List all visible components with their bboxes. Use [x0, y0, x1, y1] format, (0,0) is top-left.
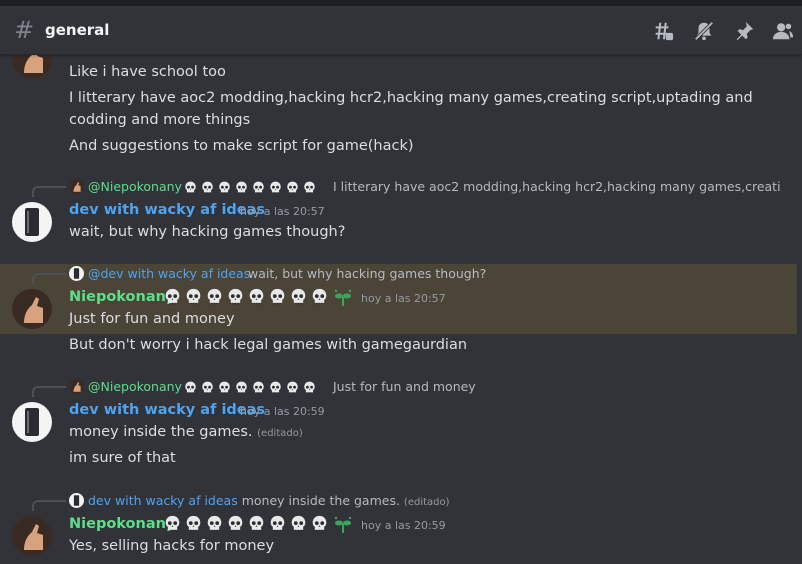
- skull-icon: [228, 515, 243, 532]
- skull-icon: [249, 288, 264, 305]
- reply-spine: [32, 500, 66, 511]
- channel-hash-icon: #: [14, 16, 35, 44]
- message-text: im sure of that: [69, 450, 176, 466]
- skull-icon: [219, 381, 230, 394]
- message-text-body: money inside the games.: [69, 424, 253, 440]
- message-author[interactable]: Niepokonany: [69, 289, 175, 305]
- skull-icon: [270, 181, 281, 194]
- message-text: wait, but why hacking games though?: [69, 224, 346, 240]
- skull-icon: [236, 181, 247, 194]
- message-text: But don't worry i hack legal games with …: [69, 337, 468, 353]
- message-author[interactable]: dev with wacky af ideas: [69, 202, 265, 218]
- message-text: Yes, selling hacks for money: [69, 538, 275, 554]
- reply-spine: [32, 386, 66, 397]
- skull-icon: [270, 515, 285, 532]
- message-text: And suggestions to make script for game(…: [69, 138, 414, 154]
- message-text: Just for fun and money: [69, 311, 235, 327]
- message-text: I litterary have aoc2 modding,hacking hc…: [69, 90, 753, 128]
- channel-name: general: [45, 21, 110, 39]
- message-text: Like i have school too: [69, 64, 226, 80]
- skull-icon: [165, 515, 180, 532]
- skull-icon: [249, 515, 264, 532]
- reply-preview[interactable]: @Niepokonany: [69, 379, 182, 394]
- skull-icon: [253, 381, 264, 394]
- skull-icon: [186, 288, 201, 305]
- skull-icon: [291, 288, 306, 305]
- message-timestamp[interactable]: hoy a las 20:59: [361, 519, 446, 532]
- avatar-dev[interactable]: [12, 202, 52, 242]
- author-skull-emojis: [164, 515, 332, 532]
- edited-marker: (editado): [403, 497, 450, 508]
- skull-icon: [312, 515, 327, 532]
- avatar-niepokonany[interactable]: [12, 516, 52, 556]
- member-list-icon[interactable]: [772, 20, 794, 42]
- skull-icon: [185, 181, 196, 194]
- reply-text: wait, but why hacking games though?: [248, 266, 487, 281]
- reply-spine: [32, 186, 66, 197]
- skull-icon: [236, 381, 247, 394]
- reply-preview[interactable]: dev with wacky af ideas money inside the…: [69, 493, 450, 508]
- reply-author[interactable]: dev with wacky af ideas: [88, 493, 238, 508]
- threads-icon[interactable]: [652, 20, 674, 42]
- reply-author[interactable]: @Niepokonany: [88, 179, 182, 194]
- skull-icon: [287, 381, 298, 394]
- skull-icon: [186, 515, 201, 532]
- skull-icon: [207, 288, 222, 305]
- skull-icon: [202, 181, 213, 194]
- reply-skull-emojis: [184, 379, 320, 395]
- message-timestamp[interactable]: hoy a las 20:57: [240, 205, 325, 218]
- channel-header: # general: [0, 6, 802, 55]
- skull-icon: [270, 381, 281, 394]
- reply-spine: [32, 273, 66, 284]
- reply-author[interactable]: @dev with wacky af ideas: [88, 266, 250, 281]
- author-skull-emojis: [164, 288, 332, 305]
- sprout-icon: [334, 289, 352, 306]
- skull-icon: [312, 288, 327, 305]
- reply-text: I litterary have aoc2 modding,hacking hc…: [333, 179, 781, 194]
- message-list: Like i have school too I litterary have …: [0, 55, 802, 564]
- reply-avatar: [69, 266, 84, 281]
- reply-preview[interactable]: @dev with wacky af ideas: [69, 266, 250, 281]
- skull-icon: [253, 181, 264, 194]
- avatar-niepokonany[interactable]: [12, 289, 52, 329]
- skull-icon: [185, 381, 196, 394]
- reply-text: Just for fun and money: [333, 379, 476, 394]
- avatar-niepokonany[interactable]: [12, 55, 52, 79]
- skull-icon: [165, 288, 180, 305]
- message-author[interactable]: dev with wacky af ideas: [69, 402, 265, 418]
- skull-icon: [287, 181, 298, 194]
- skull-icon: [228, 288, 243, 305]
- message-timestamp[interactable]: hoy a las 20:57: [361, 292, 446, 305]
- reply-avatar: [69, 179, 84, 194]
- skull-icon: [304, 181, 315, 194]
- reply-preview[interactable]: @Niepokonany: [69, 179, 182, 194]
- mute-icon[interactable]: [693, 20, 715, 42]
- reply-avatar: [69, 493, 84, 508]
- reply-skull-emojis: [184, 179, 320, 195]
- sprout-icon: [334, 516, 352, 533]
- message-author[interactable]: Niepokonany: [69, 516, 175, 532]
- skull-icon: [219, 181, 230, 194]
- reply-author[interactable]: @Niepokonany: [88, 379, 182, 394]
- message-timestamp[interactable]: hoy a las 20:59: [240, 405, 325, 418]
- skull-icon: [304, 381, 315, 394]
- skull-icon: [291, 515, 306, 532]
- avatar-dev[interactable]: [12, 402, 52, 442]
- skull-icon: [207, 515, 222, 532]
- skull-icon: [202, 381, 213, 394]
- skull-icon: [270, 288, 285, 305]
- pin-icon[interactable]: [733, 20, 755, 42]
- message-text: money inside the games. (editado): [69, 424, 303, 440]
- reply-text: money inside the games.: [241, 493, 400, 508]
- edited-marker: (editado): [257, 428, 303, 439]
- reply-avatar: [69, 379, 84, 394]
